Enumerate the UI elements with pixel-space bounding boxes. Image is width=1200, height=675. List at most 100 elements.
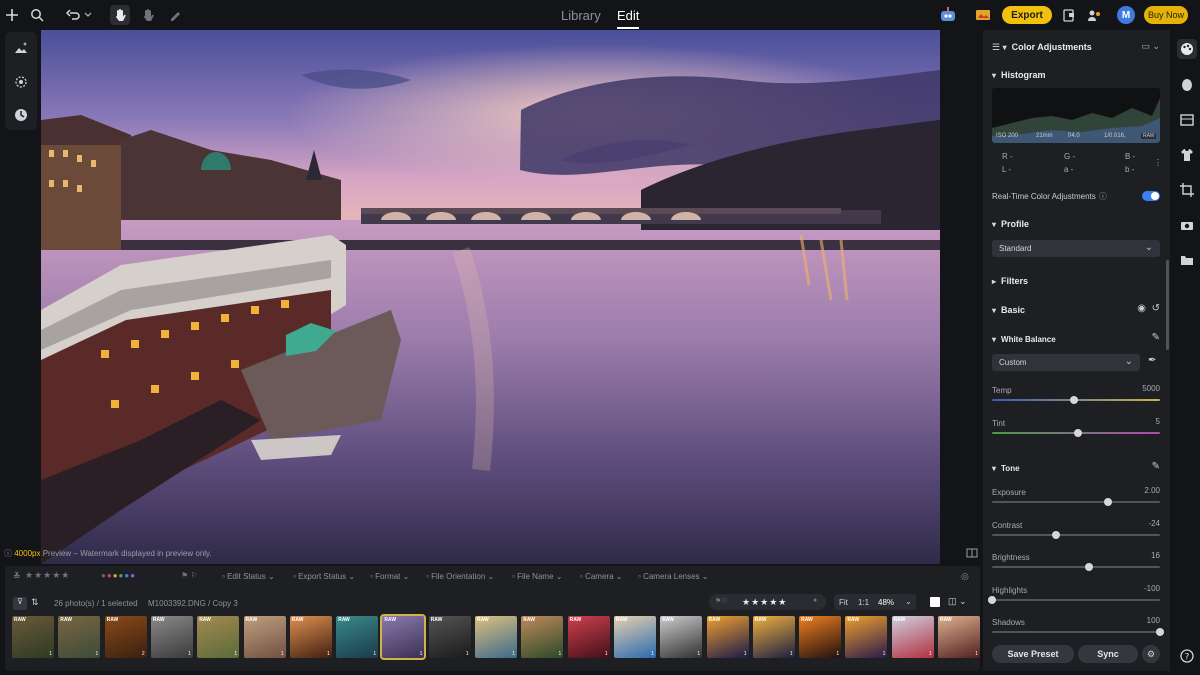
share-icon[interactable] (1059, 5, 1079, 25)
ai-portrait-icon[interactable] (11, 38, 31, 58)
palette-icon[interactable] (1177, 39, 1197, 59)
photo-preview[interactable] (41, 30, 940, 564)
thumbnail[interactable]: RAW 1 (613, 616, 656, 658)
collapse-icon[interactable]: ≚ (13, 571, 21, 582)
filter-edit-status[interactable]: ▫ Edit Status ⌄ (222, 572, 275, 581)
texture-icon[interactable] (1177, 110, 1197, 130)
thumbnail[interactable]: RAW 1 (336, 616, 379, 658)
zoom-chevron-icon[interactable]: ⌄ (905, 597, 912, 606)
filter-export-status[interactable]: ▫ Export Status ⌄ (293, 572, 355, 581)
compare-layout-icon[interactable]: ◫ ⌄ (948, 596, 967, 607)
panel-layout-icon[interactable]: ▭ ⌄ (1141, 41, 1160, 52)
search-icon[interactable] (27, 5, 47, 25)
slider-track[interactable] (992, 533, 1160, 536)
hand-tool-icon[interactable] (110, 5, 130, 25)
help-icon[interactable]: ? (1177, 646, 1197, 666)
reject-flags-icon[interactable]: ⚑⚐ (715, 597, 728, 605)
avatar[interactable]: M (1117, 6, 1135, 24)
people-icon[interactable] (1085, 5, 1105, 25)
thumbnail[interactable]: RAW 1 (938, 616, 980, 658)
more-icon[interactable]: ⋮ (1154, 158, 1162, 167)
crop-icon[interactable] (1177, 180, 1197, 200)
one-to-one-button[interactable]: 1:1 (858, 598, 869, 607)
thumbnail[interactable]: RAW 1 (475, 616, 517, 658)
filter-icon[interactable]: ⊽ (13, 597, 27, 610)
section-basic[interactable]: Basic (992, 305, 1025, 315)
fit-button[interactable]: Fit (839, 598, 848, 607)
undo-icon[interactable] (63, 5, 83, 25)
filter-camera-lenses[interactable]: ▫ Camera Lenses ⌄ (638, 572, 708, 581)
section-profile[interactable]: Profile (992, 219, 1160, 229)
retouch-hand-icon[interactable] (138, 5, 158, 25)
single-view-icon[interactable] (930, 597, 940, 607)
slider-track[interactable] (992, 566, 1160, 568)
shirt-icon[interactable] (1177, 145, 1197, 165)
profile-dropdown[interactable]: Standard (992, 240, 1160, 257)
tab-library[interactable]: Library (561, 8, 601, 23)
undo-history-chevron-icon[interactable] (81, 5, 95, 25)
slider-knob[interactable] (1103, 498, 1112, 506)
visibility-eye-icon[interactable]: ◉ (1137, 303, 1146, 314)
gallery-icon[interactable] (973, 5, 993, 25)
ai-assistant-icon[interactable] (937, 5, 959, 25)
zoom-level[interactable]: 48% (878, 598, 894, 607)
camera-icon[interactable] (1177, 215, 1197, 235)
tint-knob[interactable] (1073, 429, 1082, 437)
slider-track[interactable] (992, 598, 1160, 601)
reset-icon[interactable]: ↺ (1152, 303, 1160, 314)
filter-file-orientation[interactable]: ▫ File Orientation ⌄ (426, 572, 494, 581)
thumbnail[interactable]: RAW 1 (197, 616, 240, 658)
brush-icon[interactable] (165, 5, 185, 25)
thumbnail[interactable]: RAW 1 (567, 616, 610, 658)
slider-knob[interactable] (1085, 563, 1094, 571)
thumbnail[interactable]: RAW 1 (845, 616, 888, 658)
filter-file-name[interactable]: ▫ File Name ⌄ (512, 572, 562, 581)
thumbnail[interactable]: RAW 1 (150, 616, 193, 658)
slider-knob[interactable] (1156, 628, 1164, 636)
sync-settings-icon[interactable]: ⚙ (1142, 645, 1160, 663)
eyedropper-icon[interactable]: ✒ (1148, 355, 1156, 366)
thumbnail[interactable]: RAW 1 (660, 616, 703, 658)
section-histogram[interactable]: Histogram (992, 70, 1160, 80)
thumbnail[interactable]: RAW 1 (706, 616, 749, 658)
thumbnail[interactable]: RAW 2 (104, 616, 147, 658)
sort-icon[interactable]: ⇅ (31, 597, 39, 608)
thumbnail[interactable]: RAW 1 (799, 616, 842, 658)
history-clock-icon[interactable] (11, 105, 31, 125)
temp-knob[interactable] (1070, 396, 1079, 404)
buy-now-button[interactable]: Buy Now (1144, 6, 1188, 24)
panel-scrollbar[interactable] (1166, 260, 1169, 350)
face-icon[interactable] (1177, 75, 1197, 95)
rating-filter[interactable]: ★★★★★ (25, 570, 70, 581)
white-balance-dropdown[interactable]: Custom (992, 354, 1140, 371)
tone-auto-icon[interactable]: ✎ (1152, 461, 1160, 472)
thumbnail[interactable]: RAW 1 (752, 616, 795, 658)
filter-settings-icon[interactable]: ◎ (961, 571, 969, 582)
auto-wand-icon[interactable]: ✎ (1152, 332, 1160, 343)
flag-filter-icon[interactable]: ⚑ ⚐ (181, 571, 198, 580)
sync-button[interactable]: Sync (1078, 645, 1138, 663)
section-filters[interactable]: Filters (992, 276, 1160, 286)
thumbnail[interactable]: RAW 1 (380, 614, 427, 660)
tab-edit[interactable]: Edit (617, 8, 640, 29)
slider-knob[interactable] (988, 595, 996, 604)
filter-camera[interactable]: ▫ Camera ⌄ (580, 572, 622, 581)
help-icon[interactable]: ⓘ (1099, 192, 1107, 201)
rating-stars[interactable]: ★★★★★ (742, 597, 787, 608)
effects-icon[interactable] (11, 72, 31, 92)
thumbnail[interactable]: RAW 1 (289, 616, 332, 658)
filter-format[interactable]: ▫ Format ⌄ (370, 572, 409, 581)
thumbnail[interactable]: RAW 1 (521, 616, 564, 658)
thumbnail[interactable]: RAW 1 (428, 616, 471, 658)
export-button[interactable]: Export (1002, 6, 1052, 24)
save-preset-button[interactable]: Save Preset (992, 645, 1074, 663)
add-icon[interactable] (2, 5, 22, 25)
folder-icon[interactable] (1177, 250, 1197, 270)
slider-knob[interactable] (1051, 530, 1060, 539)
thumbnail[interactable]: RAW 1 (243, 616, 286, 658)
realtime-toggle[interactable] (1142, 191, 1160, 201)
thumbnail[interactable]: RAW 1 (12, 616, 54, 658)
color-label-filter[interactable]: ●●●●●● (101, 571, 136, 580)
compare-view-icon[interactable] (965, 547, 979, 559)
thumbnail[interactable]: RAW 1 (58, 616, 101, 658)
